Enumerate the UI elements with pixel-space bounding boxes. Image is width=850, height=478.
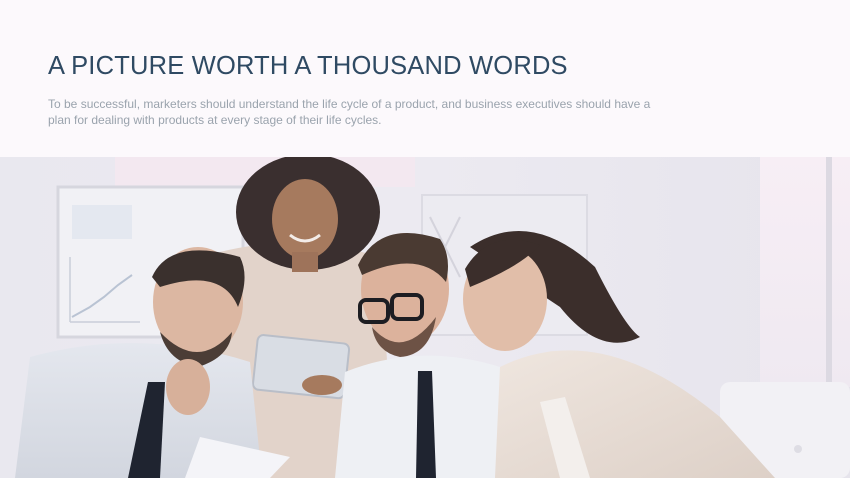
slide: A PICTURE WORTH A THOUSAND WORDS To be s… [0,0,850,478]
business-team-photo [0,157,850,478]
tablet [252,334,351,400]
slide-title: A PICTURE WORTH A THOUSAND WORDS [48,52,568,80]
slide-header: A PICTURE WORTH A THOUSAND WORDS To be s… [0,0,850,157]
slide-subtitle: To be successful, marketers should under… [48,97,651,127]
right-window [760,157,850,387]
